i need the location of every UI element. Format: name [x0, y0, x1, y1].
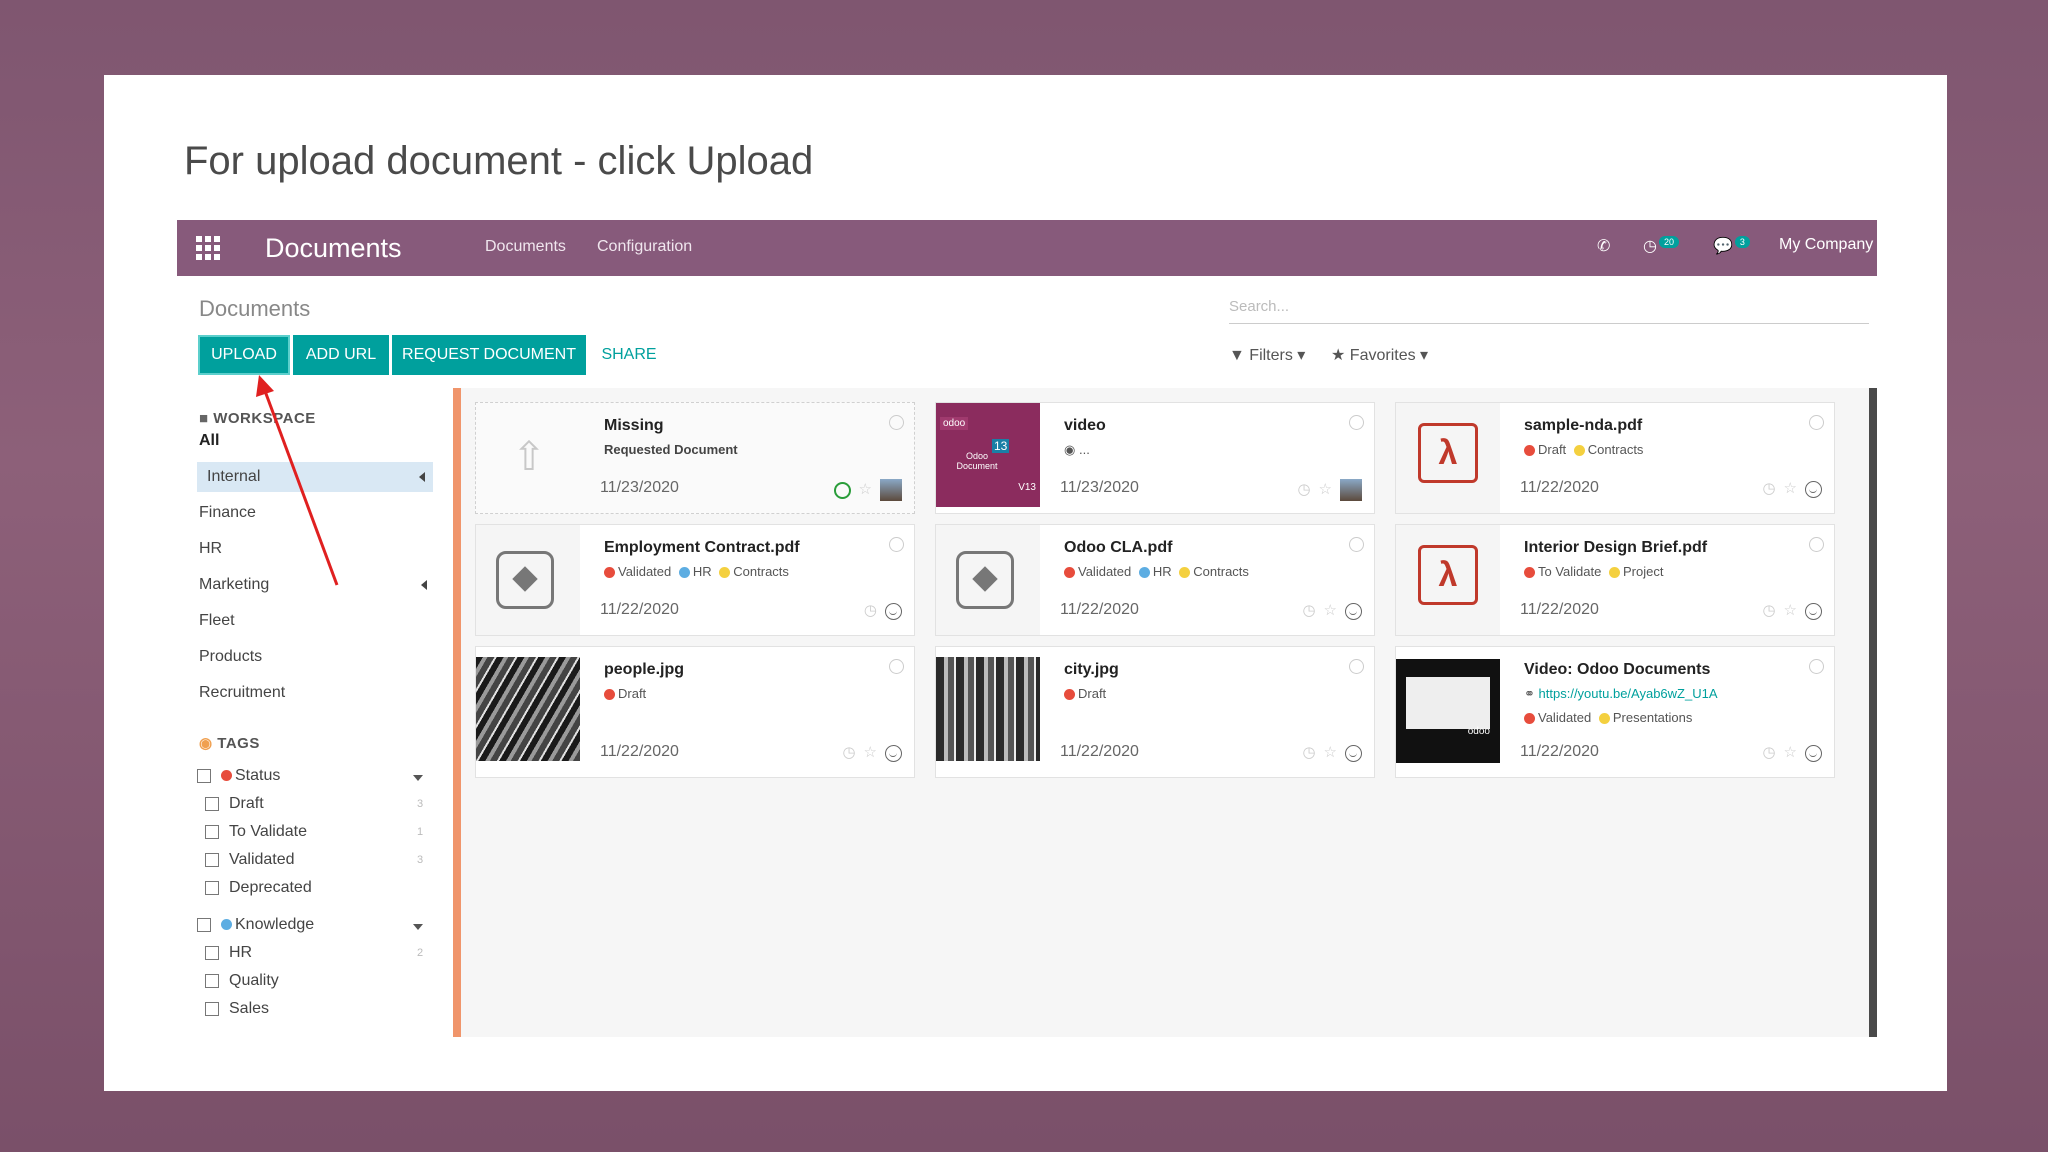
slide: For upload document - click Upload Docum… — [104, 75, 1947, 1091]
annotation-arrow — [256, 375, 339, 586]
